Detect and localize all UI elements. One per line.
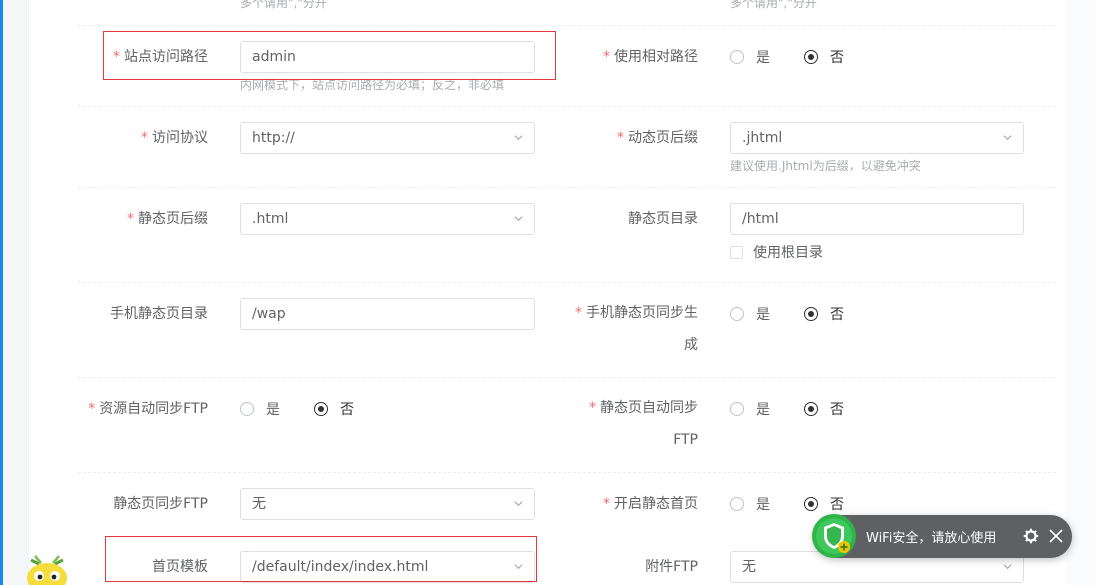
row-divider — [78, 187, 1056, 188]
static-auto-sync-yes-radio[interactable]: 是 — [730, 400, 770, 418]
radio-circle — [240, 402, 254, 416]
site-path-input[interactable]: admin — [240, 41, 535, 73]
static-suffix-label: * 静态页后缀 — [127, 211, 208, 227]
protocol-select-value: http:// — [252, 130, 295, 146]
mobile-static-dir-label: 手机静态页目录 — [110, 306, 208, 322]
wifi-shield-icon — [812, 514, 856, 558]
resource-ftp-yes-radio[interactable]: 是 — [240, 400, 280, 418]
static-suffix-select-value: .html — [252, 211, 289, 227]
row-divider — [78, 106, 1056, 107]
chevron-down-icon — [514, 216, 523, 222]
dynamic-suffix-select[interactable]: .jhtml — [730, 122, 1024, 154]
static-suffix-select[interactable]: .html — [240, 203, 535, 235]
radio-circle-checked — [804, 50, 818, 64]
static-dir-input[interactable]: /html — [730, 203, 1024, 235]
attachment-ftp-select-value: 无 — [742, 559, 756, 575]
static-home-yes-radio[interactable]: 是 — [730, 495, 770, 513]
relative-path-no-radio[interactable]: 否 — [804, 48, 844, 66]
left-gutter — [3, 0, 29, 585]
static-auto-sync-no-radio[interactable]: 否 — [804, 400, 844, 418]
row-divider — [78, 377, 1056, 378]
static-dir-label: 静态页目录 — [628, 211, 698, 227]
row-divider — [78, 25, 1056, 26]
top-hint-left: 多个请用","分开 — [240, 0, 327, 10]
gear-icon[interactable] — [1023, 528, 1039, 544]
home-template-label: 首页模板 — [152, 559, 208, 575]
relative-path-label: * 使用相对路径 — [603, 49, 698, 65]
mobile-static-sync-label: * 手机静态页同步生 成 — [575, 305, 698, 353]
static-auto-sync-label: * 静态页自动同步 FTP — [589, 400, 698, 448]
mascot-icon — [27, 555, 67, 585]
chevron-down-icon — [514, 135, 523, 141]
radio-circle-checked — [804, 307, 818, 321]
home-template-select-value: /default/index/index.html — [252, 559, 429, 575]
static-sync-ftp-select[interactable]: 无 — [240, 488, 535, 520]
relative-path-yes-radio[interactable]: 是 — [730, 48, 770, 66]
form-page: 多个请用","分开 多个请用","分开 * 站点访问路径 admin 内网模式下，… — [0, 0, 1096, 585]
top-hint-right: 多个请用","分开 — [730, 0, 817, 10]
static-home-no-radio[interactable]: 否 — [804, 495, 844, 513]
checkbox-box — [730, 245, 743, 259]
protocol-select[interactable]: http:// — [240, 122, 535, 154]
close-icon[interactable] — [1048, 528, 1064, 544]
chevron-down-icon — [514, 501, 523, 507]
home-template-select[interactable]: /default/index/index.html — [240, 551, 535, 583]
chevron-down-icon — [514, 564, 523, 570]
radio-circle — [730, 50, 744, 64]
attachment-ftp-label: 附件FTP — [645, 559, 698, 575]
dynamic-suffix-label: * 动态页后缀 — [617, 130, 698, 146]
resource-ftp-label: * 资源自动同步FTP — [88, 401, 208, 417]
row-divider — [78, 472, 1056, 473]
protocol-label: * 访问协议 — [141, 130, 208, 146]
radio-circle — [730, 497, 744, 511]
dynamic-suffix-select-value: .jhtml — [742, 130, 783, 146]
mobile-static-sync-no-radio[interactable]: 否 — [804, 305, 844, 323]
resource-ftp-no-radio[interactable]: 否 — [314, 400, 354, 418]
row-divider — [78, 282, 1056, 283]
static-home-label: * 开启静态首页 — [603, 496, 698, 512]
site-path-hint: 内网模式下，站点访问路径为必填；反之，非必填 — [240, 78, 505, 92]
wifi-toast-message: WiFi安全，请放心使用 — [866, 531, 997, 546]
mobile-static-sync-yes-radio[interactable]: 是 — [730, 305, 770, 323]
use-root-label: 使用根目录 — [753, 245, 823, 261]
mobile-static-dir-input[interactable]: /wap — [240, 298, 535, 330]
radio-circle — [730, 307, 744, 321]
site-path-label: * 站点访问路径 — [113, 49, 208, 65]
radio-circle-checked — [314, 402, 328, 416]
static-sync-ftp-select-value: 无 — [252, 496, 266, 512]
static-sync-ftp-label: 静态页同步FTP — [113, 496, 208, 512]
use-root-checkbox[interactable]: 使用根目录 — [730, 242, 823, 262]
chevron-down-icon — [1003, 564, 1012, 570]
dynamic-suffix-hint: 建议使用.Jhtml为后缀，以避免冲突 — [730, 159, 921, 173]
radio-circle-checked — [804, 497, 818, 511]
right-gutter — [1066, 0, 1096, 585]
radio-circle-checked — [804, 402, 818, 416]
chevron-down-icon — [1003, 135, 1012, 141]
radio-circle — [730, 402, 744, 416]
wifi-toast: WiFi安全，请放心使用 — [812, 514, 1072, 558]
